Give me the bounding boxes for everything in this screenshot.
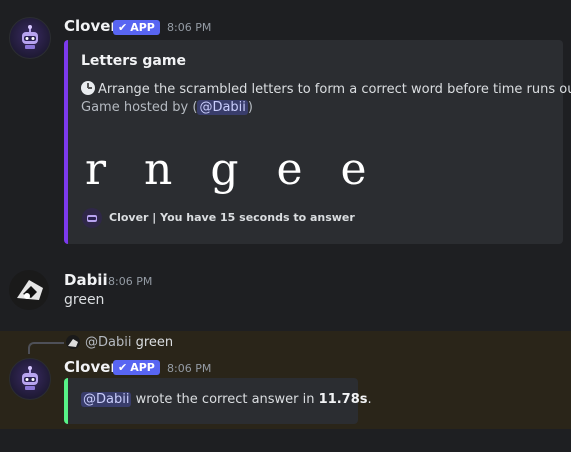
author-name[interactable]: Clover — [64, 358, 118, 376]
winner-mention[interactable]: @Dabii — [81, 392, 132, 407]
result-text: @Dabii wrote the correct answer in 11.78… — [81, 392, 372, 407]
reply-avatar — [66, 335, 80, 349]
app-badge: ✔ APP — [113, 360, 160, 375]
clover-avatar[interactable] — [9, 358, 51, 400]
anime-avatar-icon — [17, 280, 43, 300]
game-embed: Letters game Arrange the scrambled lette… — [64, 40, 571, 244]
clock-icon — [81, 81, 95, 95]
embed-title: Letters game — [81, 53, 186, 69]
author-name[interactable]: Clover — [64, 17, 118, 35]
author-name[interactable]: Dabii — [64, 271, 108, 289]
robot-icon — [22, 366, 38, 390]
result-embed: @Dabii wrote the correct answer in 11.78… — [64, 378, 372, 424]
check-icon: ✔ — [118, 361, 128, 374]
hosted-by: Game hosted by (@Dabii) — [81, 100, 253, 115]
check-icon: ✔ — [118, 21, 128, 34]
timestamp: 8:06 PM — [108, 275, 153, 288]
dabii-avatar[interactable] — [9, 270, 49, 310]
reply-connector — [28, 342, 64, 354]
timestamp: 8:06 PM — [167, 362, 212, 375]
reply-preview[interactable]: @Dabii green — [85, 335, 173, 350]
clover-avatar[interactable] — [9, 17, 51, 59]
host-mention[interactable]: @Dabii — [197, 100, 248, 115]
scrambled-letters: r n g e e — [85, 144, 379, 195]
embed-footer: Clover | You have 15 seconds to answer — [109, 211, 355, 224]
robot-icon — [87, 215, 97, 222]
footer-avatar — [82, 208, 102, 228]
app-badge: ✔ APP — [113, 20, 160, 35]
robot-icon — [22, 25, 38, 49]
answer-time: 11.78s — [318, 392, 368, 407]
timestamp: 8:06 PM — [167, 21, 212, 34]
message-text: green — [64, 292, 105, 308]
embed-description: Arrange the scrambled letters to form a … — [81, 81, 571, 97]
